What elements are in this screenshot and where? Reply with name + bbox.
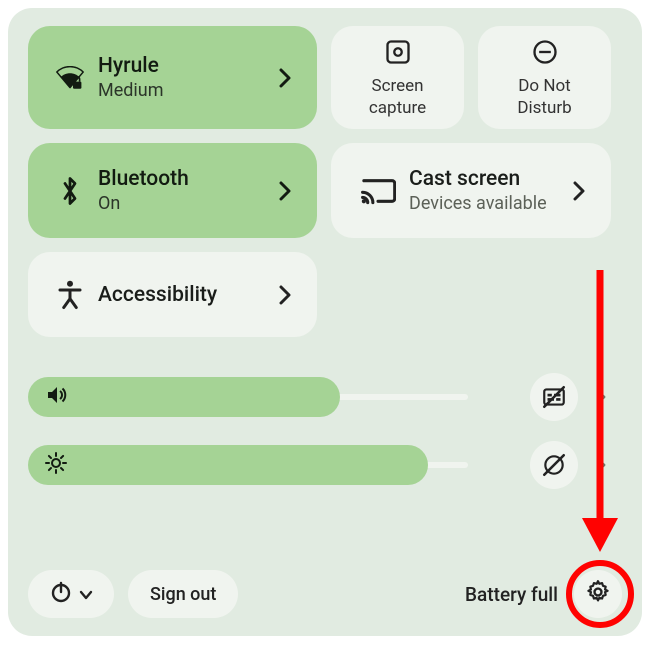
cast-tile[interactable]: Cast screen Devices available xyxy=(331,143,611,238)
wifi-tile[interactable]: Hyrule Medium xyxy=(28,26,317,129)
wifi-text: Hyrule Medium xyxy=(98,54,271,101)
power-icon xyxy=(49,580,73,609)
gear-icon xyxy=(585,579,611,609)
accessibility-tile[interactable]: Accessibility xyxy=(28,252,317,337)
wifi-title: Hyrule xyxy=(98,54,271,78)
row-1: Hyrule Medium Screen capture Do Not Dist… xyxy=(28,26,622,129)
bluetooth-text: Bluetooth On xyxy=(98,167,271,214)
chevron-right-icon[interactable] xyxy=(565,181,593,201)
brightness-icon xyxy=(44,451,68,479)
chevron-right-icon[interactable] xyxy=(271,181,299,201)
brightness-slider-row xyxy=(28,445,622,485)
dnd-label-1: Do Not xyxy=(518,76,570,96)
screen-capture-label-2: capture xyxy=(369,98,426,118)
volume-slider-row xyxy=(28,377,622,417)
cast-title: Cast screen xyxy=(409,167,565,191)
bluetooth-tile[interactable]: Bluetooth On xyxy=(28,143,317,238)
sign-out-label: Sign out xyxy=(150,584,216,605)
chevron-right-icon[interactable] xyxy=(590,389,612,405)
cast-subtitle: Devices available xyxy=(409,193,565,214)
chevron-right-icon[interactable] xyxy=(271,285,299,305)
volume-slider[interactable] xyxy=(28,377,508,417)
settings-button[interactable] xyxy=(574,570,622,618)
sign-out-button[interactable]: Sign out xyxy=(128,570,238,618)
row-2: Bluetooth On Cast screen Devices availab… xyxy=(28,143,622,238)
bluetooth-subtitle: On xyxy=(98,193,271,214)
screen-capture-tile[interactable]: Screen capture xyxy=(331,26,464,129)
bottom-row: Sign out Battery full xyxy=(28,570,622,618)
chevron-down-icon xyxy=(79,584,93,605)
wifi-icon xyxy=(50,66,90,90)
dnd-icon xyxy=(531,38,559,70)
dnd-label-2: Disturb xyxy=(517,98,571,118)
chevron-right-icon[interactable] xyxy=(590,457,612,473)
chevron-right-icon[interactable] xyxy=(271,68,299,88)
volume-icon xyxy=(44,383,68,411)
bluetooth-title: Bluetooth xyxy=(98,167,271,191)
row-3: Accessibility xyxy=(28,252,622,337)
accessibility-text: Accessibility xyxy=(98,283,271,307)
power-menu-button[interactable] xyxy=(28,570,114,618)
captions-toggle-button[interactable] xyxy=(530,373,578,421)
cast-icon xyxy=(353,176,403,206)
accessibility-icon xyxy=(50,280,90,310)
wifi-subtitle: Medium xyxy=(98,80,271,101)
night-light-toggle-button[interactable] xyxy=(530,441,578,489)
screen-capture-icon xyxy=(384,38,412,70)
brightness-slider[interactable] xyxy=(28,445,508,485)
accessibility-title: Accessibility xyxy=(98,283,271,307)
sliders-area xyxy=(28,377,622,485)
quick-settings-panel: Hyrule Medium Screen capture Do Not Dist… xyxy=(8,8,642,636)
cast-text: Cast screen Devices available xyxy=(409,167,565,214)
dnd-tile[interactable]: Do Not Disturb xyxy=(478,26,611,129)
battery-status: Battery full xyxy=(465,583,558,606)
bluetooth-icon xyxy=(50,176,90,206)
screen-capture-label-1: Screen xyxy=(371,76,423,96)
